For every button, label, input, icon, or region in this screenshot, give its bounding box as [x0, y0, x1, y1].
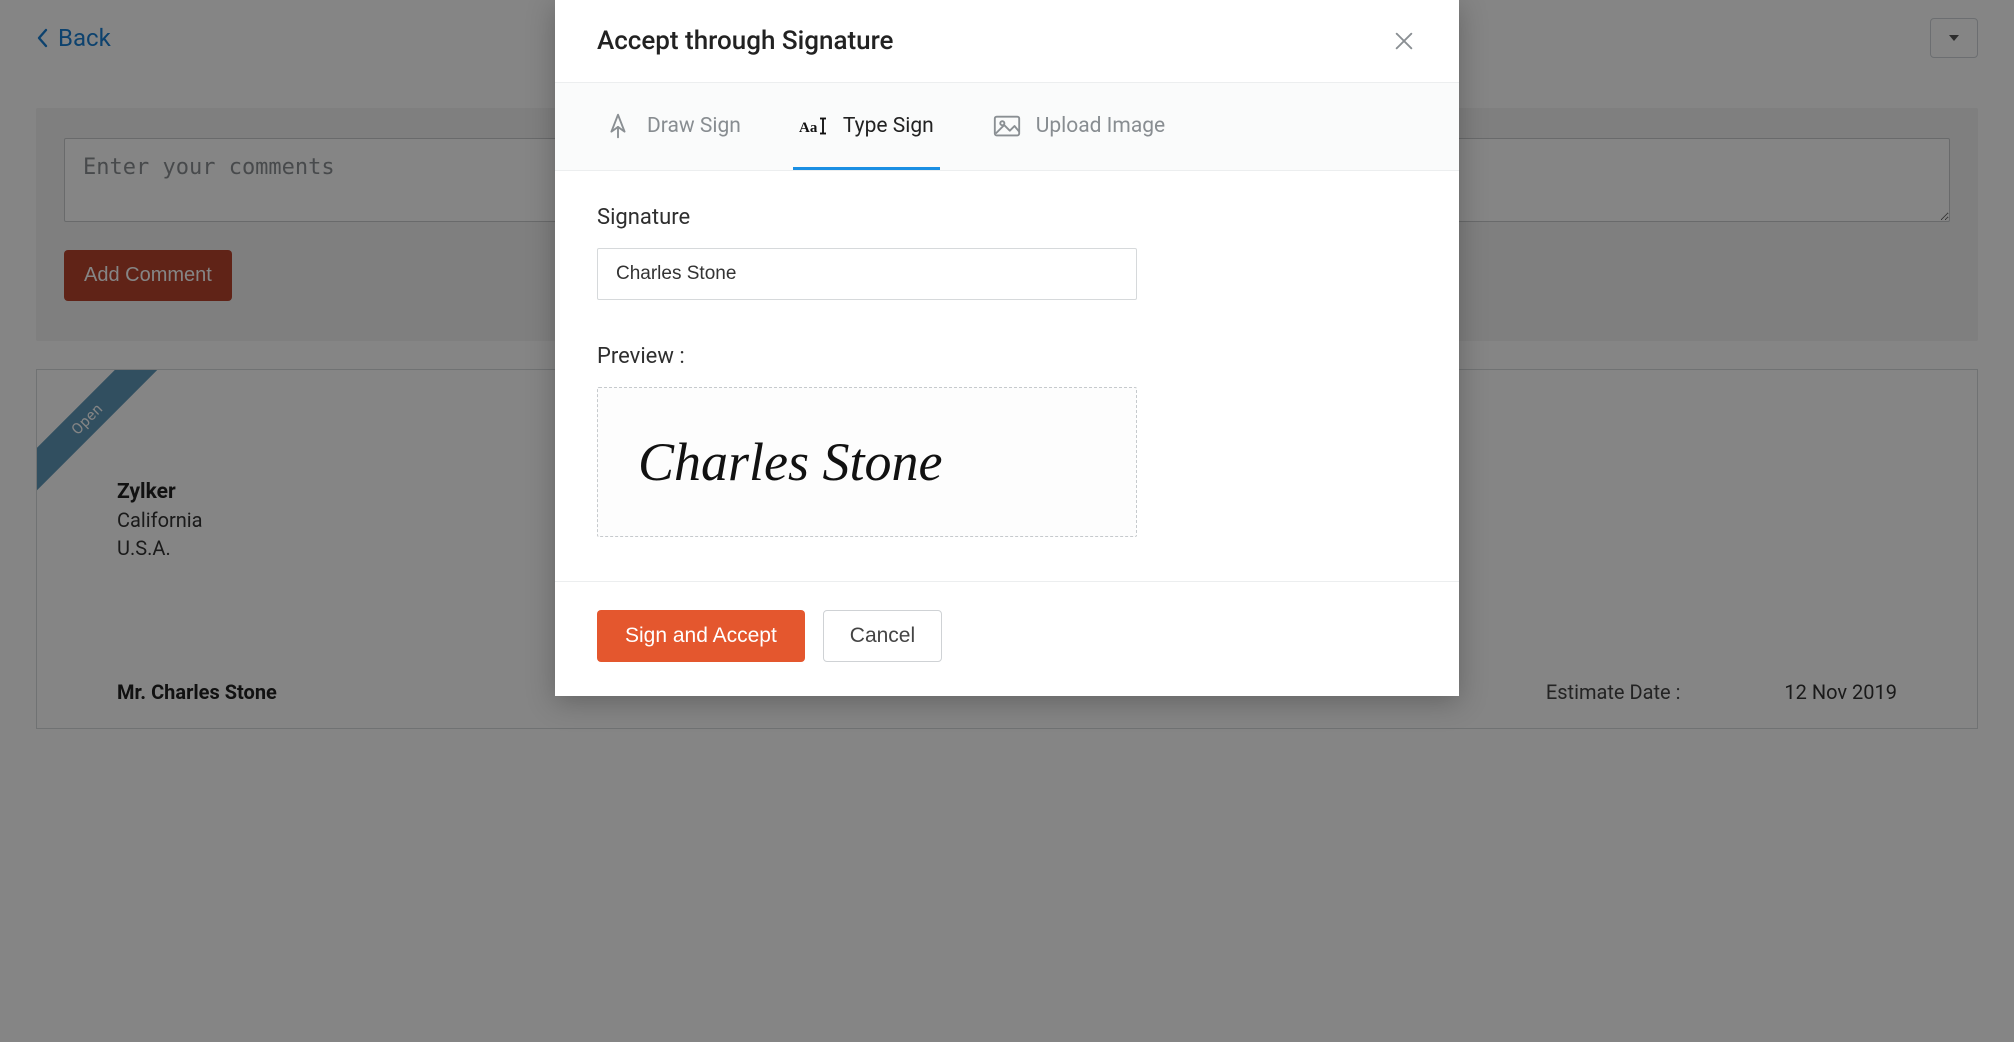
tab-upload-image[interactable]: Upload Image [986, 83, 1171, 170]
sign-and-accept-button[interactable]: Sign and Accept [597, 610, 805, 662]
pen-icon [603, 111, 633, 141]
tab-draw-sign[interactable]: Draw Sign [597, 83, 747, 170]
signature-modal: Accept through Signature Draw Sign Aa Ty… [555, 0, 1459, 696]
tab-type-sign[interactable]: Aa Type Sign [793, 83, 940, 170]
cancel-button[interactable]: Cancel [823, 610, 942, 662]
signature-label: Signature [597, 205, 1417, 230]
signature-preview: Charles Stone [597, 387, 1137, 537]
tab-label: Upload Image [1036, 114, 1165, 138]
close-icon [1393, 30, 1415, 52]
type-icon: Aa [799, 111, 829, 141]
tab-label: Draw Sign [647, 114, 741, 138]
tab-label: Type Sign [843, 114, 934, 138]
close-button[interactable] [1391, 28, 1417, 54]
modal-body: Signature Preview : Charles Stone [555, 171, 1459, 581]
preview-label: Preview : [597, 344, 1417, 369]
modal-footer: Sign and Accept Cancel [555, 581, 1459, 696]
svg-text:Aa: Aa [799, 120, 818, 136]
signature-preview-text: Charles Stone [638, 435, 943, 489]
modal-tabs: Draw Sign Aa Type Sign Upload Image [555, 83, 1459, 171]
modal-header: Accept through Signature [555, 0, 1459, 83]
image-icon [992, 111, 1022, 141]
modal-title: Accept through Signature [597, 26, 893, 56]
signature-input[interactable] [597, 248, 1137, 300]
